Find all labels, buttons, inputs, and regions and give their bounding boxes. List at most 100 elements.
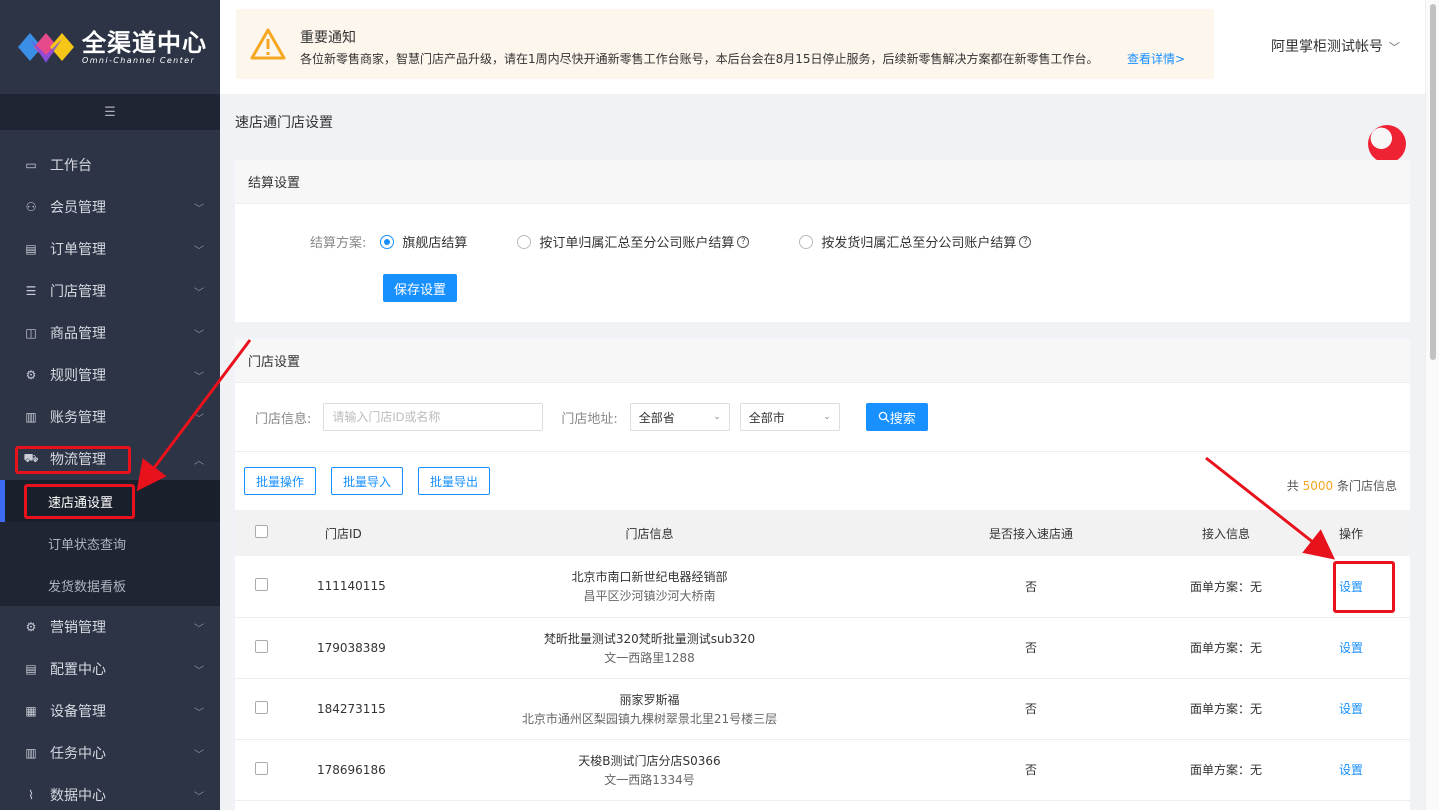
sidebar-item-0[interactable]: ▭ 工作台 [0,144,220,186]
column-header-action: 操作 [1338,526,1363,541]
total-suffix: 条门店信息 [1336,479,1397,493]
store-setting-link[interactable]: 设置 [1339,641,1363,655]
store-info-input[interactable] [323,403,544,431]
select-all-checkbox[interactable] [255,525,268,538]
settlement-radio-0[interactable]: 旗舰店结算 [380,232,467,251]
store-name: 丽家罗斯福 [619,692,680,707]
sidebar-item-3[interactable]: ☰ 门店管理 ﹀ [0,270,220,312]
sidebar-subitem-2[interactable]: 发货数据看板 [0,564,220,606]
batch-export-button[interactable]: 批量导出 [418,467,491,495]
radio-dot [517,234,532,249]
sidebar-item-6[interactable]: ▥ 账务管理 ﹀ [0,396,220,438]
store-connected: 否 [902,556,1160,618]
radio-label: 按订单归属汇总至分公司账户结算 [539,236,735,251]
sidebar-item-label: 数据中心 [50,788,106,804]
chevron-down-icon: ﹀ [194,246,204,257]
sidebar-item-2[interactable]: ▤ 订单管理 ﹀ [0,228,220,270]
search-button[interactable]: 搜索 [865,403,928,431]
save-settings-button[interactable]: 保存设置 [383,274,457,302]
sidebar-collapse-button[interactable]: ☰ [0,94,220,130]
account-menu[interactable]: 阿里掌柜测试帐号 ﹀ [1271,36,1400,56]
city-value: 全部市 [748,410,785,425]
store-action-cell: 设置 [1292,678,1410,740]
chevron-down-icon: ﹀ [194,666,204,677]
sidebar-item-label: 任务中心 [50,746,106,762]
annotation-box-speed-store [24,484,135,519]
main-content: 速店通门店设置 结算设置 结算方案: 旗舰店结算 按订单归属汇总至分公司账户结算?… [220,94,1425,810]
list-icon: ☰ [25,284,37,298]
store-action-cell: 设置 [1292,739,1410,801]
page-scrollbar[interactable] [1425,0,1439,810]
batch-operate-button[interactable]: 批量操作 [244,467,317,495]
chart-icon: ⌇ [28,788,34,802]
page-title: 速店通门店设置 [235,115,333,131]
sidebar-subitem-1[interactable]: 订单状态查询 [0,522,220,564]
settlement-radio-2[interactable]: 按发货归属汇总至分公司账户结算? [799,232,1032,251]
store-filter-row: 门店信息: 门店地址: 全部省 ⌄ 全部市 ⌄ 搜索 [255,403,928,431]
sidebar-item-1[interactable]: ⚇ 会员管理 ﹀ [0,186,220,228]
row-checkbox[interactable] [255,578,268,592]
sidebar-item-10[interactable]: ▦ 设备管理 ﹀ [0,690,220,732]
help-icon[interactable]: ? [1019,235,1032,248]
sidebar-item-12[interactable]: ⌇ 数据中心 ﹀ [0,774,220,810]
row-checkbox[interactable] [255,639,268,653]
store-access-info: 面单方案：无 [1160,678,1292,740]
batch-import-button[interactable]: 批量导入 [331,467,404,495]
settlement-radio-1[interactable]: 按订单归属汇总至分公司账户结算? [517,232,750,251]
app-logo[interactable]: 全渠道中心 Omni-Channel Center [0,0,220,94]
avatar[interactable] [1368,125,1406,163]
store-info-cell: 丽家罗斯福北京市通州区梨园镇九棵树翠景北里21号楼三层 [397,678,902,740]
sidebar-item-5[interactable]: ⚙ 规则管理 ﹀ [0,354,220,396]
divider [235,451,1410,452]
table-header-row: 门店ID 门店信息 是否接入速店通 接入信息 操作 [235,510,1410,556]
table-row: 111140115 北京市南口新世纪电器经销部 昌平区沙河镇沙河大桥南否面单方案：无… [235,556,1410,618]
store-info-cell: 梵昕批量测试320梵昕批量测试sub320 文一西路里1288 [397,617,902,679]
store-settings-header: 门店设置 [235,339,1410,383]
gear-icon: ⚙ [25,368,37,382]
column-header-connected: 是否接入速店通 [988,526,1073,541]
radio-label: 按发货归属汇总至分公司账户结算 [821,236,1017,251]
logo-icon [18,33,74,63]
store-info-label: 门店信息: [255,411,312,427]
sidebar-item-11[interactable]: ▥ 任务中心 ﹀ [0,732,220,774]
store-setting-link[interactable]: 设置 [1339,702,1363,716]
settlement-options: 结算方案: 旗舰店结算 按订单归属汇总至分公司账户结算? 按发货归属汇总至分公司账户… [310,232,1081,251]
store-setting-link[interactable]: 设置 [1339,763,1363,777]
store-id: 179038389 [287,617,397,679]
notice-body: 各位新零售商家，智慧门店产品升级，请在1周内尽快开通新零售工作台账号，本后台会在… [300,52,1099,66]
store-address: 北京市通州区梨园镇九棵树翠景北里21号楼三层 [521,711,778,726]
sidebar-item-8[interactable]: ⚙ 营销管理 ﹀ [0,606,220,648]
settlement-radio-group: 旗舰店结算 按订单归属汇总至分公司账户结算? 按发货归属汇总至分公司账户结算? [380,232,1081,251]
row-checkbox[interactable] [255,761,268,775]
store-name: 梵昕批量测试320梵昕批量测试sub320 [543,631,756,646]
scrollbar-thumb[interactable] [1430,4,1436,360]
store-info-cell: 天梭B测试门店分店S0366 文一西路1334号 [397,739,902,801]
select-all-cell [235,510,287,556]
sidebar-item-label: 规则管理 [50,368,106,384]
row-checkbox-cell [235,739,287,801]
annotation-box-setting [1333,561,1395,613]
sidebar-item-label: 门店管理 [50,284,106,300]
chevron-down-icon: ﹀ [194,372,204,383]
sidebar-item-label: 账务管理 [50,410,106,426]
table-row: 178696186 天梭B测试门店分店S0366 文一西路1334号 否面单方案：无 设… [235,739,1410,801]
logo-title: 全渠道中心 [82,28,207,57]
sidebar-item-4[interactable]: ◫ 商品管理 ﹀ [0,312,220,354]
warning-icon [250,28,286,60]
province-select[interactable]: 全部省 ⌄ [629,403,730,431]
total-count: 5000 [1302,479,1334,493]
help-icon[interactable]: ? [737,235,750,248]
store-total: 共 5000 条门店信息 [1287,477,1397,494]
store-table: 门店ID 门店信息 是否接入速店通 接入信息 操作 111140115 北京市南口… [235,510,1410,801]
sidebar-item-9[interactable]: ▤ 配置中心 ﹀ [0,648,220,690]
notice-detail-link[interactable]: 查看详情> [1127,50,1185,67]
row-checkbox[interactable] [255,700,268,714]
chevron-down-icon: ﹀ [194,330,204,341]
chevron-down-icon: ﹀ [194,708,204,719]
chevron-down-icon: ﹀ [1389,41,1400,54]
city-select[interactable]: 全部市 ⌄ [739,403,840,431]
batch-actions: 批量操作 批量导入 批量导出 [244,467,505,495]
store-table-body: 111140115 北京市南口新世纪电器经销部 昌平区沙河镇沙河大桥南否面单方案：无… [235,556,1410,801]
book-icon: ▥ [25,410,37,424]
chevron-down-icon: ﹀ [194,624,204,635]
